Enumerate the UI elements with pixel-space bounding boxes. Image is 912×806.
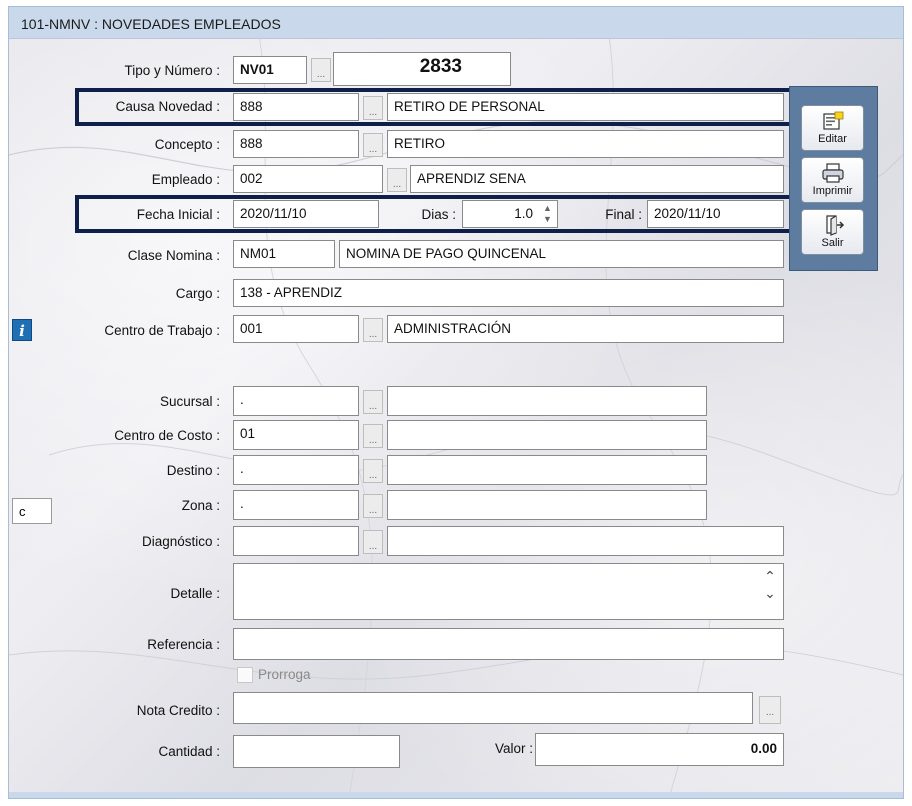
causa-novedad-lookup-button[interactable]: ... bbox=[363, 96, 383, 120]
sucursal-desc-field[interactable] bbox=[387, 386, 707, 416]
diagnostico-code-field[interactable] bbox=[233, 526, 359, 556]
imprimir-button[interactable]: Imprimir bbox=[801, 157, 864, 203]
nota-credito-field[interactable] bbox=[233, 692, 753, 724]
centro-trabajo-label: Centro de Trabajo : bbox=[104, 323, 220, 338]
salir-label: Salir bbox=[821, 237, 844, 249]
imprimir-label: Imprimir bbox=[812, 185, 853, 197]
centro-trabajo-code-field[interactable]: 001 bbox=[233, 315, 359, 343]
nota-credito-lookup-button[interactable]: ... bbox=[759, 696, 781, 724]
tipo-lookup-button[interactable]: ... bbox=[311, 58, 331, 82]
exit-icon bbox=[825, 215, 844, 236]
info-icon[interactable]: i bbox=[12, 319, 32, 341]
cargo-label: Cargo : bbox=[175, 286, 220, 301]
prorroga-checkbox[interactable] bbox=[237, 667, 253, 683]
window-title: 101-NMNV : NOVEDADES EMPLEADOS bbox=[21, 16, 281, 32]
cantidad-field[interactable] bbox=[233, 735, 400, 768]
referencia-label: Referencia : bbox=[147, 637, 220, 652]
zona-lookup-button[interactable]: ... bbox=[363, 494, 383, 518]
dias-spinner[interactable]: ▲ ▼ bbox=[538, 202, 557, 226]
cantidad-label: Cantidad : bbox=[158, 744, 220, 759]
destino-label: Destino : bbox=[166, 463, 220, 478]
zona-code-field[interactable]: . bbox=[233, 490, 359, 520]
sucursal-label: Sucursal : bbox=[159, 394, 220, 409]
empleado-desc-field[interactable]: APRENDIZ SENA bbox=[410, 165, 784, 193]
empleado-label: Empleado : bbox=[151, 172, 220, 187]
detalle-textarea[interactable] bbox=[233, 563, 784, 620]
nota-credito-label: Nota Credito : bbox=[136, 703, 220, 718]
empleado-code-field[interactable]: 002 bbox=[233, 165, 383, 193]
tipo-code-field[interactable]: NV01 bbox=[233, 56, 307, 84]
printer-icon bbox=[821, 163, 844, 183]
empleado-lookup-button[interactable]: ... bbox=[387, 168, 407, 192]
edit-icon bbox=[822, 111, 843, 130]
causa-novedad-label: Causa Novedad : bbox=[115, 99, 220, 114]
final-label: Final : bbox=[605, 207, 642, 222]
salir-button[interactable]: Salir bbox=[801, 209, 864, 255]
editar-button[interactable]: Editar bbox=[801, 105, 864, 151]
valor-label: Valor : bbox=[494, 741, 533, 756]
valor-field[interactable]: 0.00 bbox=[535, 733, 784, 766]
clase-nomina-label: Clase Nomina : bbox=[127, 248, 220, 263]
cargo-field[interactable]: 138 - APRENDIZ bbox=[233, 279, 784, 307]
fecha-final-field[interactable]: 2020/11/10 bbox=[647, 200, 784, 228]
concepto-label: Concepto : bbox=[154, 137, 220, 152]
diagnostico-desc-field[interactable] bbox=[387, 526, 784, 556]
prorroga-label: Prorroga bbox=[258, 667, 311, 682]
centro-costo-code-field[interactable]: 01 bbox=[233, 420, 359, 450]
causa-novedad-desc-field[interactable]: RETIRO DE PERSONAL bbox=[387, 93, 784, 121]
side-code-box[interactable]: c bbox=[12, 498, 52, 524]
concepto-desc-field[interactable]: RETIRO bbox=[387, 130, 784, 158]
bottom-bar bbox=[9, 792, 903, 798]
title-bar: 101-NMNV : NOVEDADES EMPLEADOS bbox=[9, 7, 903, 39]
detalle-scroll-arrows[interactable]: ⌃ ⌄ bbox=[760, 568, 780, 616]
destino-desc-field[interactable] bbox=[387, 455, 707, 485]
destino-lookup-button[interactable]: ... bbox=[363, 459, 383, 483]
centro-trabajo-lookup-button[interactable]: ... bbox=[363, 318, 383, 342]
fecha-inicial-label: Fecha Inicial : bbox=[136, 207, 220, 222]
action-toolbar: Editar Imprimir Salir bbox=[789, 86, 878, 271]
editar-label: Editar bbox=[818, 133, 847, 145]
centro-costo-desc-field[interactable] bbox=[387, 420, 707, 450]
causa-novedad-code-field[interactable]: 888 bbox=[233, 93, 359, 121]
diagnostico-lookup-button[interactable]: ... bbox=[363, 530, 383, 554]
sucursal-code-field[interactable]: . bbox=[233, 386, 359, 416]
destino-code-field[interactable]: . bbox=[233, 455, 359, 485]
centro-trabajo-desc-field[interactable]: ADMINISTRACIÓN bbox=[387, 315, 784, 343]
centro-costo-lookup-button[interactable]: ... bbox=[363, 424, 383, 448]
concepto-code-field[interactable]: 888 bbox=[233, 130, 359, 158]
clase-nomina-code-field[interactable]: NM01 bbox=[233, 240, 335, 268]
zona-label: Zona : bbox=[181, 498, 220, 513]
detalle-label: Detalle : bbox=[170, 586, 220, 601]
diagnostico-label: Diagnóstico : bbox=[141, 534, 220, 549]
clase-nomina-desc-field[interactable]: NOMINA DE PAGO QUINCENAL bbox=[339, 240, 784, 268]
zona-desc-field[interactable] bbox=[387, 490, 707, 520]
centro-costo-label: Centro de Costo : bbox=[114, 428, 220, 443]
concepto-lookup-button[interactable]: ... bbox=[363, 133, 383, 157]
dias-label: Dias : bbox=[421, 207, 456, 222]
sucursal-lookup-button[interactable]: ... bbox=[363, 390, 383, 414]
referencia-field[interactable] bbox=[233, 628, 784, 660]
fecha-inicial-field[interactable]: 2020/11/10 bbox=[233, 200, 379, 228]
numero-field[interactable]: 2833 bbox=[333, 52, 511, 86]
tipo-numero-label: Tipo y Número : bbox=[124, 63, 220, 78]
